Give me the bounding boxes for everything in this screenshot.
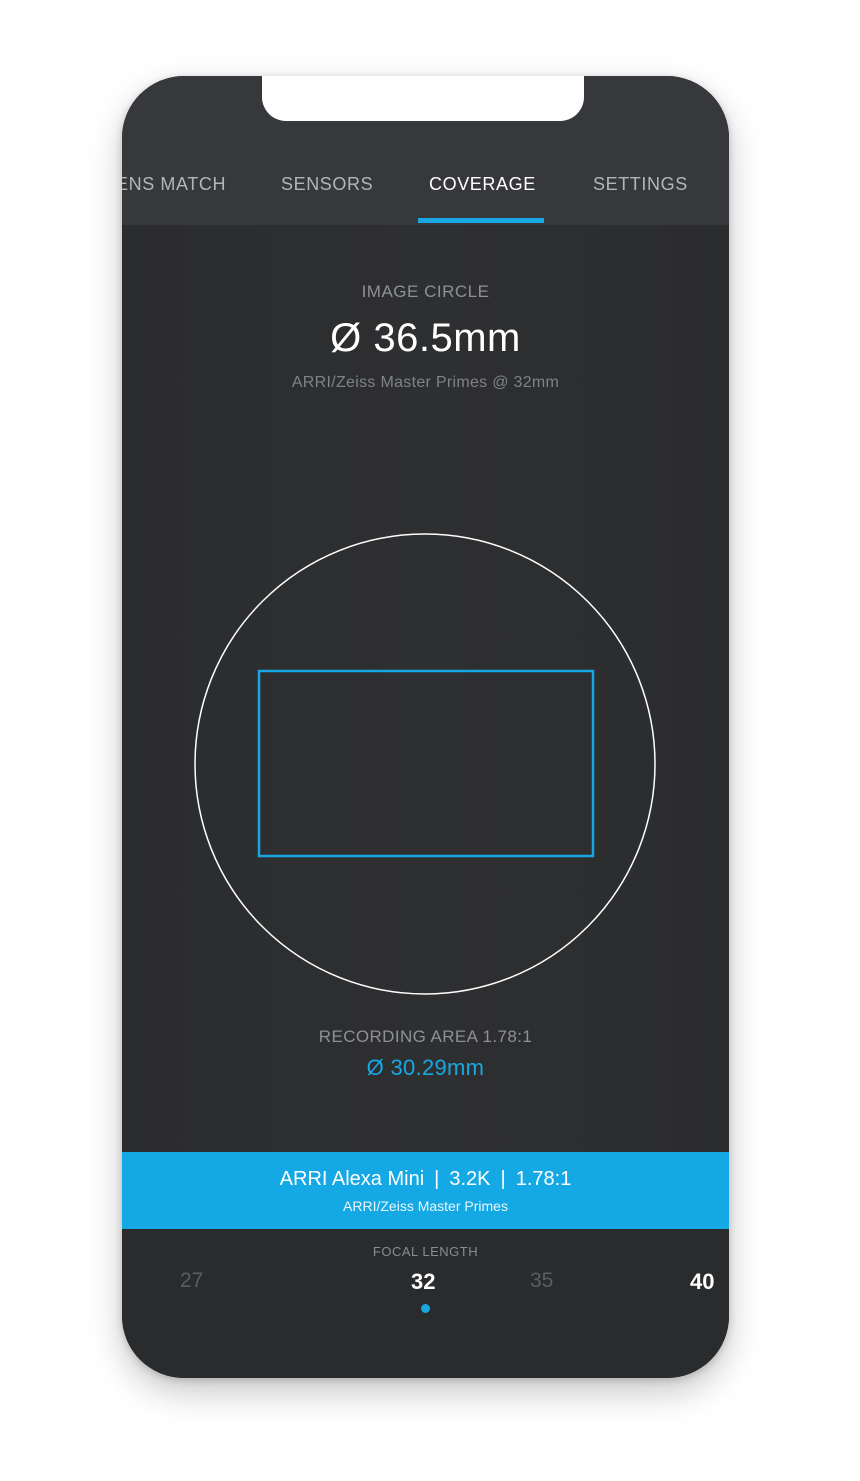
separator: |: [500, 1168, 506, 1190]
focal-length-option[interactable]: 35: [530, 1269, 553, 1293]
tab-sensors[interactable]: SENSORS: [281, 174, 373, 195]
phone-notch: [262, 76, 584, 121]
recording-area-value: Ø 30.29mm: [366, 1055, 485, 1080]
coverage-view: IMAGE CIRCLE Ø 36.5mm ARRI/Zeiss Master …: [122, 225, 729, 1228]
screenshot-stage: ENS MATCH SENSORS COVERAGE SETTINGS IMAG…: [0, 0, 860, 1481]
camera-info-bar[interactable]: ARRI Alexa Mini | 3.2K | 1.78:1 ARRI/Zeiss M…: [122, 1152, 729, 1229]
tab-coverage[interactable]: COVERAGE: [429, 174, 536, 195]
focal-length-option[interactable]: 27: [180, 1269, 203, 1293]
sensor-frame: [257, 669, 595, 858]
focal-length-label: FOCAL LENGTH: [372, 1244, 479, 1259]
camera-summary: ARRI Alexa Mini | 3.2K | 1.78:1: [122, 1168, 729, 1191]
active-tab-indicator: [418, 218, 544, 223]
separator: |: [434, 1168, 440, 1190]
tab-settings[interactable]: SETTINGS: [593, 174, 688, 195]
camera-name: ARRI Alexa Mini: [279, 1168, 425, 1190]
focal-length-option-selected[interactable]: 32: [411, 1269, 435, 1295]
lens-set-name: ARRI/Zeiss Master Primes: [343, 1198, 508, 1214]
focal-length-picker[interactable]: FOCAL LENGTH 27 32 35 40: [122, 1229, 729, 1378]
dot-icon: [421, 1304, 430, 1313]
recording-area-label: RECORDING AREA 1.78:1: [318, 1027, 533, 1046]
camera-aspect: 1.78:1: [515, 1168, 572, 1190]
image-circle-outline: [194, 533, 656, 995]
phone-frame: ENS MATCH SENSORS COVERAGE SETTINGS IMAG…: [122, 76, 729, 1378]
camera-resolution: 3.2K: [449, 1168, 491, 1190]
tab-lens-match[interactable]: ENS MATCH: [122, 174, 226, 195]
focal-length-option[interactable]: 40: [690, 1269, 714, 1295]
